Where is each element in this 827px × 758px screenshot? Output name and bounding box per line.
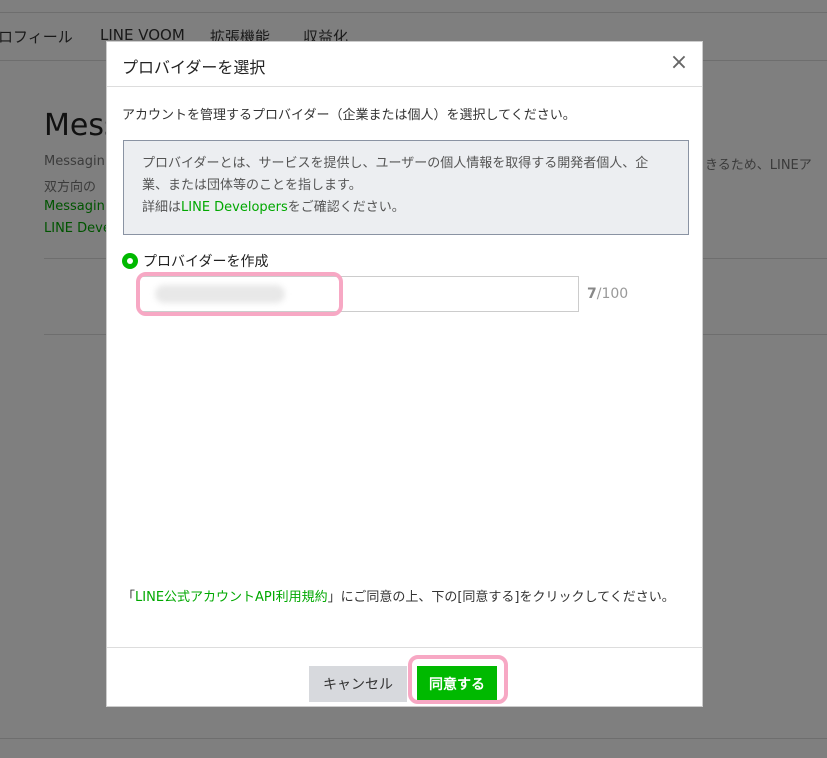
info-detail-suffix: をご確認ください。: [287, 200, 405, 215]
dialog-intro: アカウントを管理するプロバイダー（企業または個人）を選択してください。: [122, 108, 576, 123]
dialog-title: プロバイダーを選択: [122, 58, 266, 77]
dialog-footer: キャンセル 同意する: [107, 647, 702, 708]
provider-info-box: プロバイダーとは、サービスを提供し、ユーザーの個人情報を取得する開発者個人、企業…: [123, 140, 689, 235]
agree-button[interactable]: 同意する: [417, 666, 497, 702]
close-icon[interactable]: ×: [667, 51, 691, 75]
character-counter: 7/100: [587, 286, 628, 302]
terms-open-quote: 「: [122, 590, 136, 605]
info-detail-prefix: 詳細は: [142, 200, 182, 215]
dialog-header: プロバイダーを選択 ×: [107, 42, 702, 87]
cancel-button[interactable]: キャンセル: [309, 666, 407, 702]
create-provider-option[interactable]: プロバイダーを作成: [122, 251, 268, 271]
info-detail: 詳細はLINE Developersをご確認ください。: [142, 197, 670, 219]
radio-selected-icon[interactable]: [122, 253, 138, 269]
info-text: プロバイダーとは、サービスを提供し、ユーザーの個人情報を取得する開発者個人、企業…: [142, 156, 649, 193]
terms-rest: 」にご同意の上、下の[同意する]をクリックしてください。: [327, 590, 675, 605]
blurred-provider-name: [155, 285, 285, 303]
counter-max: /100: [596, 286, 629, 302]
terms-text: 「LINE公式アカウントAPI利用規約」にご同意の上、下の[同意する]をクリック…: [122, 587, 687, 609]
counter-value: 7: [587, 286, 597, 302]
create-provider-label[interactable]: プロバイダーを作成: [143, 251, 268, 271]
line-developers-link[interactable]: LINE Developers: [181, 200, 288, 215]
provider-select-dialog: プロバイダーを選択 × アカウントを管理するプロバイダー（企業または個人）を選択…: [106, 41, 703, 707]
api-terms-link[interactable]: LINE公式アカウントAPI利用規約: [135, 590, 328, 605]
